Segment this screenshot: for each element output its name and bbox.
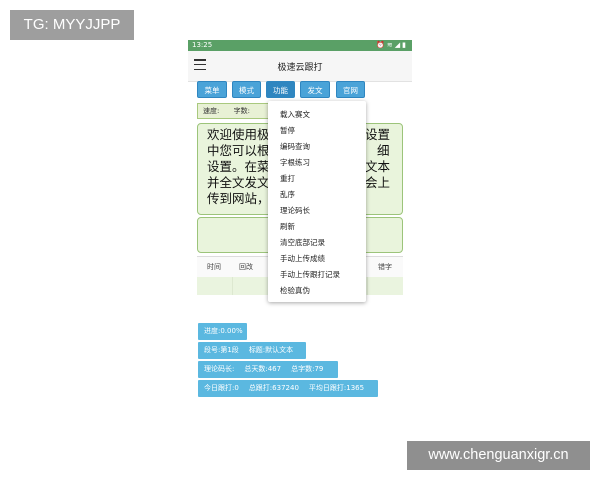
menu-item-shuffle[interactable]: 乱序 [280, 189, 295, 200]
progress-text: 进度:0.00% [204, 327, 243, 335]
segment-chip: 段号:第1段 标题:默认文本 [198, 342, 306, 359]
avg-daily-text: 平均日跟打:1365 [308, 384, 365, 392]
col-errors: 错字 [378, 263, 392, 271]
function-button[interactable]: 功能 [266, 81, 295, 98]
title-text: 标题:默认文本 [248, 346, 294, 354]
alarm-icon: ⏰ [376, 41, 387, 49]
menu-item-refresh[interactable]: 刷新 [280, 221, 295, 232]
daily-stats-chip: 今日跟打:0 总跟打:637240 平均日跟打:1365 [198, 380, 378, 397]
battery-icon: ▮ [402, 41, 408, 49]
app-bar: 极速云跟打 [188, 51, 412, 82]
text-line-3b: 文本 [365, 159, 391, 174]
text-line-1b: 设置 [365, 127, 391, 142]
text-line-3a: 设置。在菜 [207, 159, 270, 174]
theory-length-text: 理论码长: [204, 365, 235, 373]
menu-item-clear-records[interactable]: 清空底部记录 [280, 237, 325, 248]
chars-label: 字数: [233, 107, 250, 115]
col-time: 时间 [207, 263, 221, 271]
mode-button[interactable]: 模式 [232, 81, 261, 98]
menu-item-upload-records[interactable]: 手动上传跟打记录 [280, 269, 340, 280]
menu-button[interactable]: 菜单 [197, 81, 227, 98]
menu-item-load-article[interactable]: 载入赛文 [280, 109, 310, 120]
function-dropdown-menu: 载入赛文 暂停 编码查询 字根练习 重打 乱序 理论码长 刷新 清空底部记录 手… [268, 101, 366, 302]
menu-item-verify[interactable]: 检验真伪 [280, 285, 310, 296]
watermark-label-top-left: TG: MYYJJPP [10, 10, 134, 40]
official-site-button[interactable]: 官网 [336, 81, 365, 98]
col-backspace: 回改 [239, 263, 253, 271]
text-line-4a: 并全文发文 [207, 175, 270, 190]
menu-item-theory-code-length[interactable]: 理论码长 [280, 205, 310, 216]
total-days-text: 总天数:467 [244, 365, 282, 373]
total-typed-text: 总跟打:637240 [248, 384, 299, 392]
status-bar: 13:25 ⏰≋◢▮ [188, 40, 412, 51]
text-line-5: 传到网站， [207, 191, 270, 206]
progress-chip: 进度:0.00% [198, 323, 247, 340]
text-line-2a: 中您可以根 [207, 143, 270, 158]
menu-item-code-lookup[interactable]: 编码查询 [280, 141, 310, 152]
app-title: 极速云跟打 [277, 63, 323, 73]
send-text-button[interactable]: 发文 [300, 81, 330, 98]
text-line-1a: 欢迎使用极 [207, 127, 270, 142]
menu-item-upload-score[interactable]: 手动上传成绩 [280, 253, 325, 264]
text-line-4b: 会上 [365, 175, 391, 190]
menu-item-radical-practice[interactable]: 字根练习 [280, 157, 310, 168]
total-chars-text: 总字数:79 [291, 365, 324, 373]
menu-item-retype[interactable]: 重打 [280, 173, 295, 184]
text-line-2b: 细 [377, 143, 390, 158]
status-icons: ⏰≋◢▮ [376, 40, 408, 51]
wifi-icon: ≋ [386, 41, 395, 49]
code-length-chip: 理论码长: 总天数:467 总字数:79 [198, 361, 338, 378]
segment-text: 段号:第1段 [204, 346, 239, 354]
watermark-label-bottom-right: www.chenguanxigr.cn [407, 441, 590, 470]
menu-item-pause[interactable]: 暂停 [280, 125, 295, 136]
status-time: 13:25 [192, 41, 213, 49]
today-text: 今日跟打:0 [204, 384, 239, 392]
speed-label: 速度: [203, 107, 220, 115]
